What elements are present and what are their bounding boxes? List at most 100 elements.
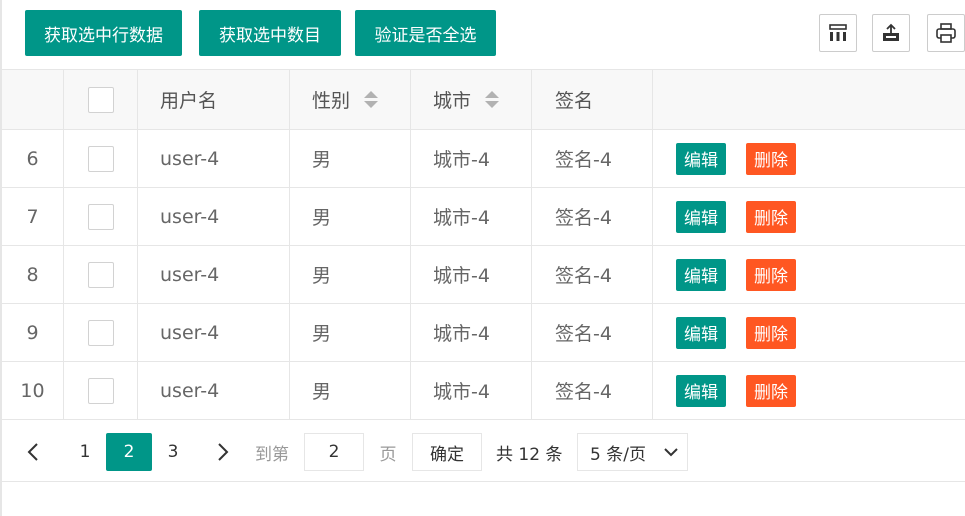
row-select-cell (64, 304, 138, 361)
city-value: 城市-4 (433, 149, 490, 171)
goto-page-input[interactable]: 2 (304, 433, 364, 471)
sex-value: 男 (312, 149, 332, 171)
table-toolbar: 获取选中行数据 获取选中数目 验证是否全选 (2, 0, 965, 70)
sign-value: 签名-4 (555, 149, 612, 171)
sex-cell: 男 (290, 188, 411, 245)
edit-button[interactable]: 编辑 (676, 200, 726, 233)
pagination: 1 2 3 到第 2 页 确定 共 12 条 5 条/页 (2, 422, 965, 482)
sign-value: 签名-4 (555, 265, 612, 287)
columns-filter-button[interactable] (819, 14, 857, 52)
sex-value: 男 (312, 381, 332, 403)
sign-header-label: 签名 (555, 90, 594, 112)
row-index: 6 (2, 130, 64, 187)
page-2-current[interactable]: 2 (106, 433, 152, 471)
chevron-left-icon (27, 443, 38, 461)
username-value: user-4 (160, 147, 220, 170)
prev-page-button[interactable] (18, 433, 48, 471)
get-checked-rows-button[interactable]: 获取选中行数据 (25, 10, 182, 56)
page-size-value: 5 条/页 (590, 444, 646, 465)
sex-header[interactable]: 性别 (290, 70, 411, 129)
row-checkbox[interactable] (87, 145, 114, 172)
username-value: user-4 (160, 379, 220, 402)
export-button[interactable] (872, 14, 910, 52)
username-header-label: 用户名 (160, 90, 218, 112)
sign-cell: 签名-4 (532, 130, 653, 187)
edit-button[interactable]: 编辑 (676, 374, 726, 407)
chevron-right-icon (218, 443, 229, 461)
row-index-value: 7 (26, 205, 39, 228)
edit-button[interactable]: 编辑 (676, 258, 726, 291)
row-index-value: 8 (26, 263, 39, 286)
table-row: 8 user-4 男 城市-4 签名-4 编辑 删除 (2, 246, 965, 304)
row-index: 9 (2, 304, 64, 361)
print-button[interactable] (927, 14, 965, 52)
print-icon (936, 23, 956, 43)
actions-header (653, 70, 965, 129)
row-checkbox[interactable] (87, 203, 114, 230)
select-all-checkbox[interactable] (87, 86, 114, 113)
row-checkbox[interactable] (87, 377, 114, 404)
sex-value: 男 (312, 265, 332, 287)
row-select-cell (64, 130, 138, 187)
sex-cell: 男 (290, 362, 411, 419)
next-page-button[interactable] (208, 433, 238, 471)
username-cell: user-4 (138, 246, 290, 303)
actions-cell: 编辑 删除 (653, 304, 965, 361)
total-count: 共 12 条 (496, 444, 563, 465)
goto-label: 到第 (255, 444, 289, 465)
city-cell: 城市-4 (411, 362, 532, 419)
delete-button[interactable]: 删除 (746, 142, 796, 175)
sex-value: 男 (312, 323, 332, 345)
row-index-value: 10 (20, 379, 45, 402)
page-3[interactable]: 3 (158, 433, 188, 471)
columns-icon (829, 24, 847, 41)
data-table: 用户名 性别 城市 签名 6 user-4 男城市-4 签名-4 编辑 删除 7 user-4… (2, 70, 965, 420)
sign-header: 签名 (532, 70, 653, 129)
goto-confirm-button[interactable]: 确定 (412, 433, 482, 471)
page-1[interactable]: 1 (70, 433, 100, 471)
row-index: 8 (2, 246, 64, 303)
row-checkbox[interactable] (87, 261, 114, 288)
row-select-cell (64, 188, 138, 245)
get-checked-count-button[interactable]: 获取选中数目 (199, 10, 341, 56)
username-value: user-4 (160, 263, 220, 286)
sex-cell: 男 (290, 130, 411, 187)
actions-cell: 编辑 删除 (653, 130, 965, 187)
username-cell: user-4 (138, 304, 290, 361)
check-all-selected-button[interactable]: 验证是否全选 (355, 10, 496, 56)
sign-value: 签名-4 (555, 207, 612, 229)
row-select-cell (64, 362, 138, 419)
delete-button[interactable]: 删除 (746, 258, 796, 291)
sex-header-label: 性别 (312, 90, 351, 112)
page-size-select[interactable]: 5 条/页 (577, 433, 688, 471)
city-header[interactable]: 城市 (411, 70, 532, 129)
actions-cell: 编辑 删除 (653, 246, 965, 303)
delete-button[interactable]: 删除 (746, 200, 796, 233)
sort-icon[interactable] (364, 91, 379, 108)
city-value: 城市-4 (433, 265, 490, 287)
edit-button[interactable]: 编辑 (676, 142, 726, 175)
sex-cell: 男 (290, 304, 411, 361)
city-cell: 城市-4 (411, 130, 532, 187)
sign-cell: 签名-4 (532, 188, 653, 245)
city-cell: 城市-4 (411, 188, 532, 245)
sign-value: 签名-4 (555, 323, 612, 345)
row-checkbox[interactable] (87, 319, 114, 346)
row-index-value: 9 (26, 321, 39, 344)
username-value: user-4 (160, 321, 220, 344)
sign-value: 签名-4 (555, 381, 612, 403)
delete-button[interactable]: 删除 (746, 374, 796, 407)
city-header-label: 城市 (433, 90, 472, 112)
delete-button[interactable]: 删除 (746, 316, 796, 349)
username-cell: user-4 (138, 362, 290, 419)
city-value: 城市-4 (433, 323, 490, 345)
sort-icon[interactable] (485, 91, 500, 108)
city-cell: 城市-4 (411, 246, 532, 303)
edit-button[interactable]: 编辑 (676, 316, 726, 349)
page-unit-label: 页 (379, 444, 397, 465)
export-icon (883, 23, 899, 41)
index-header (2, 70, 64, 129)
select-all-cell (64, 70, 138, 129)
actions-cell: 编辑 删除 (653, 188, 965, 245)
chevron-down-icon (664, 448, 678, 457)
